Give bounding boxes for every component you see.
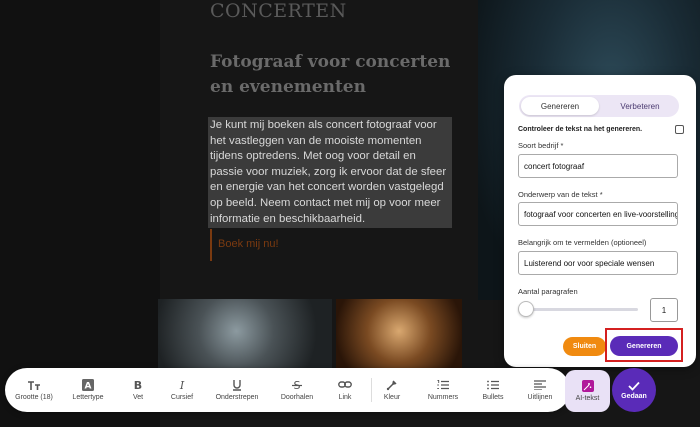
formatting-toolbar: Grootte (18) A Lettertype B Vet I Cursie… xyxy=(5,368,570,412)
book-button[interactable]: Boek mij nu! xyxy=(210,229,290,261)
svg-text:B: B xyxy=(134,379,142,391)
toolbar-bold[interactable]: B Vet xyxy=(120,368,156,412)
paragraphs-label: Aantal paragrafen xyxy=(518,287,578,296)
bullet-list-icon xyxy=(486,379,500,391)
close-button[interactable]: Sluiten xyxy=(563,337,606,356)
numbered-list-icon xyxy=(436,379,450,391)
selected-paragraph[interactable]: Je kunt mij boeken als concert fotograaf… xyxy=(208,117,452,229)
field-label-important: Belangrijk om te vermelden (optioneel) xyxy=(518,238,647,247)
company-type-input[interactable]: concert fotograaf xyxy=(518,154,678,178)
subject-input[interactable]: fotograaf voor concerten en live-voorste… xyxy=(518,202,678,226)
paragraphs-slider-thumb[interactable] xyxy=(518,301,534,317)
toolbar-label: Lettertype xyxy=(72,394,104,401)
section-heading-small: CONCERTEN xyxy=(210,0,347,22)
checkmark-icon xyxy=(628,381,640,391)
toolbar-link[interactable]: Link xyxy=(327,368,363,412)
svg-text:I: I xyxy=(179,379,185,391)
color-picker-icon xyxy=(385,379,399,391)
check-checkbox[interactable] xyxy=(675,125,684,134)
toolbar-label: Bullets xyxy=(482,394,504,401)
toolbar-label: Nummers xyxy=(427,394,459,401)
toolbar-strikethrough[interactable]: S Doorhalen xyxy=(271,368,323,412)
toolbar-italic[interactable]: I Cursief xyxy=(162,368,202,412)
toolbar-bullets[interactable]: Bullets xyxy=(473,368,513,412)
toolbar-separator xyxy=(371,378,372,402)
bold-icon: B xyxy=(131,379,145,391)
check-row: Controleer de tekst na het genereren. xyxy=(518,125,684,134)
mode-tabs: Genereren Verbeteren xyxy=(519,95,679,117)
toolbar-label: Onderstrepen xyxy=(215,394,259,401)
magic-wand-icon xyxy=(581,380,594,392)
toolbar-numbers[interactable]: Nummers xyxy=(419,368,467,412)
toolbar-label: Vet xyxy=(132,394,144,401)
font-size-icon xyxy=(27,379,41,391)
ai-text-panel: Genereren Verbeteren Controleer de tekst… xyxy=(504,75,696,367)
strikethrough-icon: S xyxy=(290,379,304,391)
ai-text-label: AI-tekst xyxy=(575,395,600,402)
ai-text-button[interactable]: AI-tekst xyxy=(565,370,610,412)
toolbar-font[interactable]: A Lettertype xyxy=(62,368,114,412)
toolbar-align[interactable]: Uitlijnen xyxy=(519,368,561,412)
left-dark-area xyxy=(0,0,160,427)
generate-button[interactable]: Genereren xyxy=(610,336,678,356)
concert-photo-1 xyxy=(158,299,332,379)
field-label-company-type: Soort bedrijf * xyxy=(518,141,564,150)
link-icon xyxy=(338,379,352,391)
toolbar-label: Cursief xyxy=(170,394,194,401)
toolbar-underline[interactable]: Onderstrepen xyxy=(209,368,265,412)
toolbar-label: Doorhalen xyxy=(280,394,314,401)
tab-verbeteren[interactable]: Verbeteren xyxy=(601,95,679,117)
svg-text:A: A xyxy=(85,382,92,392)
field-label-subject: Onderwerp van de tekst * xyxy=(518,190,603,199)
tab-genereren[interactable]: Genereren xyxy=(521,97,599,115)
done-label: Gedaan xyxy=(621,392,647,400)
underline-icon xyxy=(230,379,244,391)
align-icon xyxy=(533,379,547,391)
important-input[interactable]: Luisterend oor voor speciale wensen xyxy=(518,251,678,275)
toolbar-label: Uitlijnen xyxy=(527,394,553,401)
toolbar-size[interactable]: Grootte (18) xyxy=(8,368,60,412)
italic-icon: I xyxy=(175,379,189,391)
paragraphs-number-input[interactable]: 1 xyxy=(650,298,678,322)
concert-photo-2 xyxy=(336,299,462,379)
toolbar-label: Kleur xyxy=(383,394,401,401)
paragraphs-slider-track[interactable] xyxy=(524,308,638,311)
toolbar-color[interactable]: Kleur xyxy=(377,368,407,412)
font-family-icon: A xyxy=(81,379,95,391)
section-heading[interactable]: Fotograaf voor concerten en evenementen xyxy=(210,50,472,100)
toolbar-label: Link xyxy=(338,394,352,401)
check-label: Controleer de tekst na het genereren. xyxy=(518,126,643,133)
toolbar-label: Grootte (18) xyxy=(15,394,53,401)
done-button[interactable]: Gedaan xyxy=(612,368,656,412)
